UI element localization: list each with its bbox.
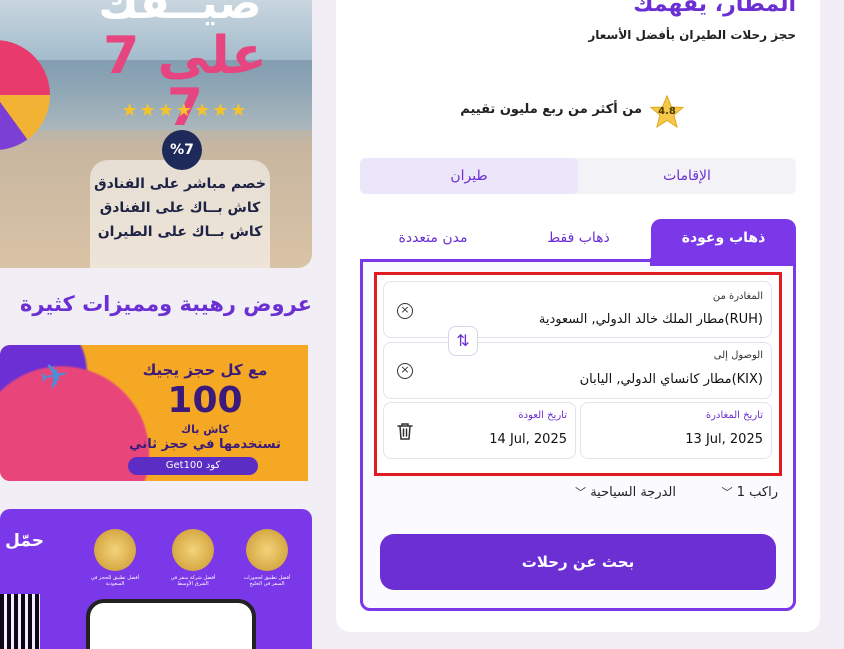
trash-icon[interactable] [396, 421, 414, 441]
promo-line-2: كاش بــاك على الفنادق [99, 200, 261, 216]
service-tabs: طيران الإقامات [360, 158, 796, 194]
destination-label: الوصول إلى [713, 350, 763, 361]
promo-line-3: كاش بــاك على الطيران [97, 224, 263, 240]
origin-field[interactable]: المغادرة من مطار الملك خالد الدولي, السع… [383, 281, 772, 338]
promo-line-1: خصم مباشر على الفنادق [94, 176, 266, 192]
award-medal-icon [94, 529, 136, 571]
return-date-value: 14 Jul, 2025 [489, 432, 567, 447]
tagline: حجز رحلات الطيران بأفضل الأسعار [588, 28, 796, 42]
qr-code-icon [0, 594, 40, 649]
award-text: أفضل شركة سفر في الشرق الأوسط [170, 575, 216, 587]
rating-text: من أكثر من ربع مليون تقييم [460, 102, 642, 117]
promo-headline: صيــفك [98, 0, 262, 29]
discount-badge: %7 [162, 130, 202, 170]
tab-multi-city[interactable]: مدن متعددة [360, 219, 506, 261]
summer-promo-banner[interactable]: صيــفك 7 على 7 ★★★★★★★ %7 خصم مباشر على … [0, 0, 312, 268]
download-title: حمّل [5, 531, 44, 551]
cashback-banner[interactable]: ✈ مع كل حجز يجيك 100 كاش باك تستخدمها في… [0, 345, 308, 481]
cabin-class-value: الدرجة السياحية [590, 485, 676, 500]
cashback-label: كاش باك [181, 423, 229, 436]
depart-date-value: 13 Jul, 2025 [685, 432, 763, 447]
offers-section-title: عروض رهيبة ومميزات كثيرة [19, 292, 312, 316]
brand-headline: المطار، يفهمك [633, 0, 796, 17]
return-date-label: تاريخ العودة [518, 410, 567, 421]
clear-destination-icon[interactable]: × [397, 363, 413, 379]
tab-round-trip[interactable]: ذهاب وعودة [651, 219, 796, 261]
depart-date-field[interactable]: تاريخ المغادرة 13 Jul, 2025 [580, 402, 772, 459]
cashback-line-2: تستخدمها في حجز ثاني [129, 437, 281, 452]
destination-field[interactable]: الوصول إلى مطار كانساي الدولي, اليابان(K… [383, 342, 772, 399]
return-date-field[interactable]: تاريخ العودة 14 Jul, 2025 [383, 402, 576, 459]
cashback-line-1: مع كل حجز يجيك [142, 361, 268, 379]
award-text: أفضل تطبيق للحجز في السعودية [90, 575, 140, 587]
award-medal-icon [246, 529, 288, 571]
swap-airports-button[interactable]: ⇅ [448, 326, 478, 356]
cashback-amount: 100 [167, 380, 243, 421]
origin-label: المغادرة من [712, 291, 763, 302]
passengers-selector[interactable]: ﹀ 1 راكب [706, 484, 778, 500]
depart-date-label: تاريخ المغادرة [705, 410, 763, 421]
award-medal-icon [172, 529, 214, 571]
clear-origin-icon[interactable]: × [397, 303, 413, 319]
passengers-value: 1 راكب [736, 485, 778, 500]
award-text: أفضل تطبيق لحجوزات السفر في الخليج [243, 575, 291, 587]
balloon-illustration [0, 40, 50, 150]
origin-value: مطار الملك خالد الدولي, السعودية(RUH) [538, 312, 763, 327]
tab-stays[interactable]: الإقامات [578, 158, 796, 194]
tab-one-way[interactable]: ذهاب فقط [506, 219, 651, 261]
chevron-down-icon: ﹀ [575, 486, 587, 499]
phone-mockup [86, 599, 256, 649]
tab-flights[interactable]: طيران [360, 158, 578, 194]
promo-code-pill: Get100 كود [128, 457, 258, 475]
destination-value: مطار كانساي الدولي, اليابان(KIX) [579, 372, 763, 387]
chevron-down-icon: ﹀ [721, 486, 733, 499]
search-flights-button[interactable]: بحث عن رحلات [380, 534, 776, 590]
cabin-class-selector[interactable]: ﹀ الدرجة السياحية [548, 484, 676, 500]
rating-score: 4.8 [658, 106, 676, 117]
app-download-banner[interactable]: حمّل أفضل تطبيق للحجز في السعودية أفضل ش… [0, 509, 312, 649]
promo-stars: ★★★★★★★ [121, 100, 249, 121]
